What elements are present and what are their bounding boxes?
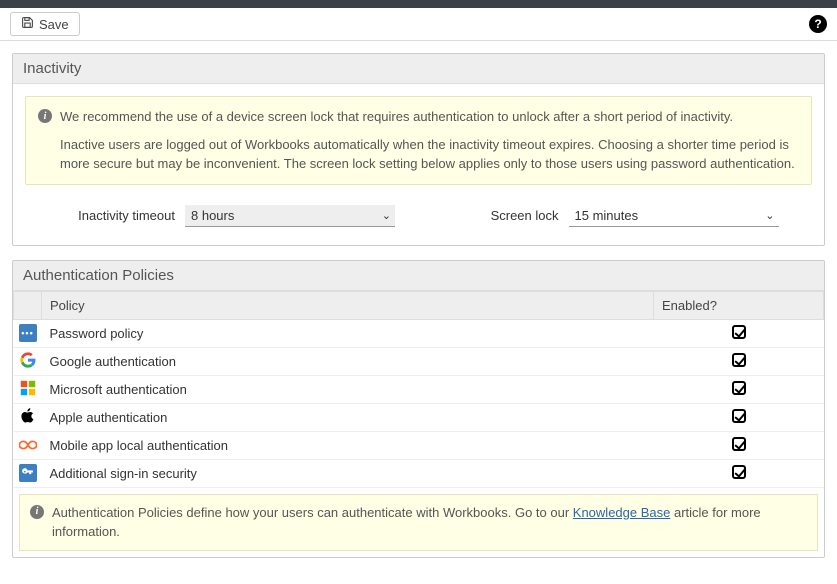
microsoft-icon <box>19 379 37 397</box>
row-icon-cell <box>14 347 42 375</box>
knowledge-base-link[interactable]: Knowledge Base <box>573 505 671 520</box>
mobile-app-icon <box>19 436 37 454</box>
auth-policies-table: Policy Enabled? ••• Password policyGoogle… <box>13 291 824 488</box>
inactivity-header: Inactivity <box>13 54 824 84</box>
table-row[interactable]: Mobile app local authentication <box>14 431 824 459</box>
info-icon: i <box>38 109 52 123</box>
table-row[interactable]: Google authentication <box>14 347 824 375</box>
col-policy[interactable]: Policy <box>42 291 654 319</box>
inactivity-info-line2: Inactive users are logged out of Workboo… <box>60 135 799 174</box>
row-enabled-cell[interactable] <box>654 375 824 403</box>
chevron-down-icon: ⌄ <box>382 209 391 222</box>
footer-pre: Authentication Policies define how your … <box>52 505 573 520</box>
table-row[interactable]: Additional sign-in security <box>14 459 824 487</box>
auth-policies-panel: Authentication Policies Policy Enabled? … <box>12 260 825 558</box>
save-icon <box>21 16 34 32</box>
checkmark-icon <box>732 409 746 423</box>
inactivity-timeout-select[interactable]: 8 hours ⌄ <box>185 205 395 227</box>
row-enabled-cell[interactable] <box>654 347 824 375</box>
row-policy-label: Microsoft authentication <box>42 375 654 403</box>
row-policy-label: Google authentication <box>42 347 654 375</box>
checkmark-icon <box>732 325 746 339</box>
row-icon-cell <box>14 459 42 487</box>
password-policy-icon: ••• <box>19 324 37 342</box>
key-icon <box>19 464 37 482</box>
row-policy-label: Apple authentication <box>42 403 654 431</box>
row-policy-label: Password policy <box>42 319 654 347</box>
auth-policies-footer: i Authentication Policies define how you… <box>19 494 818 551</box>
row-policy-label: Mobile app local authentication <box>42 431 654 459</box>
toolbar: Save ? <box>0 8 837 41</box>
save-button[interactable]: Save <box>10 12 80 36</box>
inactivity-panel: Inactivity i We recommend the use of a d… <box>12 53 825 246</box>
row-icon-cell: ••• <box>14 319 42 347</box>
checkmark-icon <box>732 381 746 395</box>
row-enabled-cell[interactable] <box>654 459 824 487</box>
save-label: Save <box>39 17 69 32</box>
row-enabled-cell[interactable] <box>654 431 824 459</box>
google-icon <box>19 351 37 369</box>
table-row[interactable]: ••• Password policy <box>14 319 824 347</box>
info-icon: i <box>30 505 44 519</box>
auth-policies-header: Authentication Policies <box>13 261 824 291</box>
col-icon[interactable] <box>14 291 42 319</box>
help-button[interactable]: ? <box>809 15 827 33</box>
apple-icon <box>19 407 37 425</box>
inactivity-info: i We recommend the use of a device scree… <box>25 96 812 185</box>
window-titlebar <box>0 0 837 8</box>
inactivity-info-line1: We recommend the use of a device screen … <box>60 107 799 127</box>
screen-lock-label: Screen lock <box>439 208 559 223</box>
row-icon-cell <box>14 403 42 431</box>
col-enabled[interactable]: Enabled? <box>654 291 824 319</box>
table-row[interactable]: Apple authentication <box>14 403 824 431</box>
chevron-down-icon: ⌄ <box>765 209 774 222</box>
table-row[interactable]: Microsoft authentication <box>14 375 824 403</box>
screen-lock-value: 15 minutes <box>575 208 639 223</box>
row-enabled-cell[interactable] <box>654 319 824 347</box>
row-icon-cell <box>14 375 42 403</box>
screen-lock-select[interactable]: 15 minutes ⌄ <box>569 205 779 227</box>
row-icon-cell <box>14 431 42 459</box>
inactivity-timeout-label: Inactivity timeout <box>55 208 175 223</box>
checkmark-icon <box>732 465 746 479</box>
checkmark-icon <box>732 353 746 367</box>
row-enabled-cell[interactable] <box>654 403 824 431</box>
inactivity-timeout-value: 8 hours <box>191 208 234 223</box>
row-policy-label: Additional sign-in security <box>42 459 654 487</box>
checkmark-icon <box>732 437 746 451</box>
